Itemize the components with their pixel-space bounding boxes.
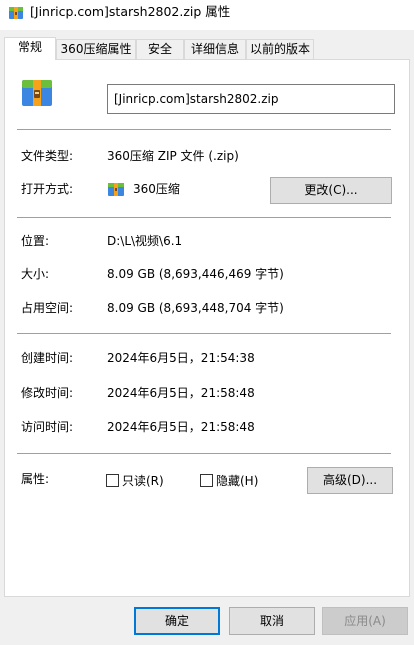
file-name-field[interactable] <box>107 84 395 114</box>
360-compress-icon <box>108 183 124 196</box>
zip-archive-icon <box>22 80 52 106</box>
zip-archive-icon <box>9 7 23 19</box>
tab-strip: 常规 360压缩属性 安全 详细信息 以前的版本 <box>4 37 414 60</box>
title-bar: [Jinricp.com]starsh2802.zip 属性 <box>0 0 414 30</box>
separator <box>17 453 391 454</box>
location-label: 位置: <box>21 234 50 248</box>
open-with-label: 打开方式: <box>21 182 74 196</box>
created-label: 创建时间: <box>21 351 74 365</box>
tab-security[interactable]: 安全 <box>136 39 184 59</box>
modified-label: 修改时间: <box>21 386 74 400</box>
file-type-label: 文件类型: <box>21 149 74 163</box>
size-label: 大小: <box>21 267 50 281</box>
size-value: 8.09 GB (8,693,446,469 字节) <box>107 267 284 281</box>
separator <box>17 129 391 130</box>
file-type-value: 360压缩 ZIP 文件 (.zip) <box>107 149 239 163</box>
window-title: [Jinricp.com]starsh2802.zip 属性 <box>30 4 231 19</box>
modified-value: 2024年6月5日，21:58:48 <box>107 386 255 400</box>
hidden-label[interactable]: 隐藏(H) <box>216 473 258 489</box>
readonly-label[interactable]: 只读(R) <box>122 473 164 489</box>
hidden-checkbox[interactable] <box>200 474 213 487</box>
separator <box>17 333 391 334</box>
advanced-button[interactable]: 高级(D)... <box>307 467 393 494</box>
separator <box>17 217 391 218</box>
change-button[interactable]: 更改(C)... <box>270 177 392 204</box>
accessed-value: 2024年6月5日，21:58:48 <box>107 420 255 434</box>
tab-360-compress-properties[interactable]: 360压缩属性 <box>56 39 136 59</box>
open-with-value: 360压缩 <box>133 182 180 196</box>
location-value: D:\L\视频\6.1 <box>107 234 183 248</box>
created-value: 2024年6月5日，21:54:38 <box>107 351 255 365</box>
cancel-button[interactable]: 取消 <box>229 607 315 635</box>
readonly-checkbox[interactable] <box>106 474 119 487</box>
tab-general[interactable]: 常规 <box>4 37 56 60</box>
disk-size-label: 占用空间: <box>21 301 74 315</box>
disk-size-value: 8.09 GB (8,693,448,704 字节) <box>107 301 284 315</box>
general-panel: 文件类型: 360压缩 ZIP 文件 (.zip) 打开方式: 360压缩 更改… <box>4 59 410 597</box>
attributes-label: 属性: <box>21 472 50 486</box>
apply-button[interactable]: 应用(A) <box>322 607 408 635</box>
tab-details[interactable]: 详细信息 <box>184 39 246 59</box>
accessed-label: 访问时间: <box>21 420 74 434</box>
tab-previous-versions[interactable]: 以前的版本 <box>246 39 314 59</box>
ok-button[interactable]: 确定 <box>134 607 220 635</box>
